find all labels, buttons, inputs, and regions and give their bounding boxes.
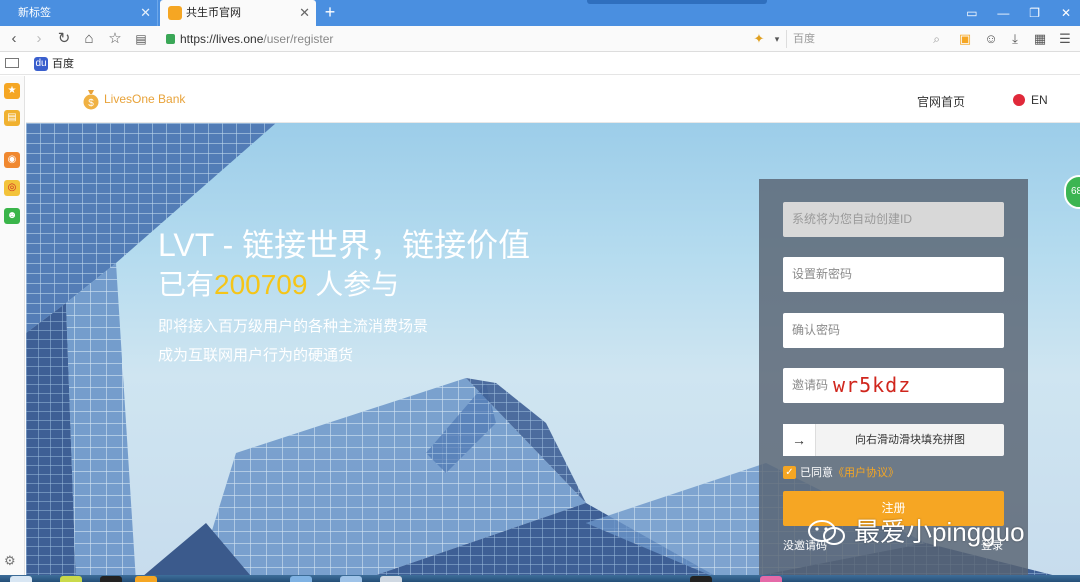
taskbar-app-icon[interactable] <box>690 576 712 582</box>
paw-icon: du <box>34 57 48 71</box>
weibo-icon[interactable]: ◎ <box>4 180 20 196</box>
hero-headline: LVT - 链接世界，链接价值 <box>158 227 531 263</box>
lock-icon <box>166 34 175 44</box>
user-icon[interactable]: ☺ <box>982 30 1000 48</box>
extension-icon[interactable]: ✦ <box>750 30 768 48</box>
url-path: /user/register <box>263 32 334 46</box>
participants-suffix: 人参与 <box>307 269 400 300</box>
address-toolbar: ‹ › ↻ ⌂ ☆ ▤ https://lives.one/user/regis… <box>0 26 1080 52</box>
bookmark-baidu[interactable]: du 百度 <box>34 56 74 72</box>
taskbar-app-icon[interactable] <box>290 576 312 582</box>
watermark-text: 最爱小pingguo <box>854 517 1025 547</box>
taskbar-app-icon[interactable] <box>380 576 402 582</box>
language-label: EN <box>1031 93 1048 107</box>
forward-icon[interactable]: › <box>30 29 48 49</box>
chevron-down-icon[interactable]: ▾ <box>768 30 786 48</box>
taskbar-app-icon[interactable] <box>340 576 362 582</box>
logo-text[interactable]: LivesOne Bank <box>104 92 185 106</box>
agreement-checkbox[interactable]: ✓ <box>783 466 796 479</box>
search-input[interactable]: 百度 ⌕ <box>786 30 944 48</box>
search-icon[interactable]: ⌕ <box>933 30 940 48</box>
invite-code-label: 邀请码 <box>792 378 829 392</box>
star-icon[interactable]: ☆ <box>106 29 124 49</box>
sidebar-toggle-icon[interactable]: ▭ <box>958 0 986 26</box>
wallet-icon[interactable]: ▣ <box>956 30 974 48</box>
search-placeholder: 百度 <box>793 33 815 45</box>
tab-bar-notch <box>587 0 767 4</box>
language-switch[interactable]: EN <box>1013 93 1048 107</box>
invite-code-value: wr5kdz <box>833 373 912 397</box>
back-icon[interactable]: ‹ <box>5 29 23 49</box>
window-controls: ▭ — ❐ ✕ <box>958 0 1080 26</box>
rss-icon[interactable]: ◉ <box>4 152 20 168</box>
url-input[interactable]: https://lives.one/user/register <box>162 29 742 49</box>
bookmarks-toggle-icon[interactable] <box>5 58 19 68</box>
minimize-icon[interactable]: — <box>989 0 1017 26</box>
close-window-icon[interactable]: ✕ <box>1052 0 1080 26</box>
participants-count: 200709 <box>214 269 308 300</box>
tab-label: 共生币官网 <box>186 7 241 19</box>
notes-icon[interactable]: ▤ <box>4 110 20 126</box>
user-agreement-link[interactable]: 《用户协议》 <box>833 467 899 479</box>
bookmarks-bar: du 百度 <box>0 53 1080 75</box>
favorites-icon[interactable]: ★ <box>4 83 20 99</box>
taskbar-app-icon[interactable] <box>100 576 122 582</box>
invite-code-field[interactable]: 邀请码 wr5kdz <box>783 368 1004 403</box>
taskbar-app-icon[interactable] <box>135 576 157 582</box>
reload-icon[interactable]: ↻ <box>55 29 73 49</box>
taskbar-app-icon[interactable] <box>760 576 782 582</box>
svg-text:$: $ <box>88 98 94 109</box>
home-icon[interactable]: ⌂ <box>80 29 98 49</box>
captcha-slider[interactable]: → 向右滑动滑块填充拼图 <box>783 424 1004 456</box>
hero-subtitle-1: 即将接入百万级用户的各种主流消费场景 <box>158 318 429 335</box>
reader-icon[interactable]: ▤ <box>132 29 150 49</box>
hero-participants: 已有200709 人参与 <box>158 263 399 303</box>
url-host: https://lives.one <box>180 32 264 46</box>
coin-bag-icon: $ <box>83 90 99 110</box>
nav-link-home[interactable]: 官网首页 <box>917 93 965 110</box>
slider-handle-arrow-icon[interactable]: → <box>783 424 816 456</box>
close-tab-icon[interactable]: ✕ <box>299 0 310 26</box>
taskbar-app-icon[interactable] <box>60 576 82 582</box>
tab-livesone[interactable]: 共生币官网 ✕ <box>160 0 316 26</box>
chat-icon[interactable]: ☻ <box>4 208 20 224</box>
wechat-watermark: 最爱小pingguo <box>808 514 1025 550</box>
hero-subtitle-2: 成为互联网用户行为的硬通货 <box>158 347 354 364</box>
site-favicon-icon <box>168 6 182 20</box>
start-icon[interactable] <box>10 576 32 582</box>
password-field[interactable]: 设置新密码 <box>783 257 1004 292</box>
browser-sidebar: ★ ▤ ◉ ◎ ☻ <box>0 76 25 582</box>
bookmark-label: 百度 <box>52 58 74 70</box>
confirm-password-field[interactable]: 确认密码 <box>783 313 1004 348</box>
new-tab-button[interactable]: + <box>320 0 340 26</box>
participants-prefix: 已有 <box>158 269 215 300</box>
browser-tab-bar: 新标签 ✕ 共生币官网 ✕ + ▭ — ❐ ✕ <box>0 0 1080 26</box>
agreement-row[interactable]: ✓ 已同意《用户协议》 <box>783 466 899 480</box>
site-header: $ LivesOne Bank 官网首页 EN <box>26 76 1080 123</box>
os-taskbar <box>0 575 1080 582</box>
slider-label: 向右滑动滑块填充拼图 <box>855 434 965 446</box>
apps-icon[interactable]: ▦ <box>1031 30 1049 48</box>
tab-new-tab[interactable]: 新标签 ✕ <box>0 0 158 26</box>
user-id-field[interactable]: 系统将为您自动创建ID <box>783 202 1004 237</box>
restore-icon[interactable]: ❐ <box>1021 0 1049 26</box>
tab-label: 新标签 <box>18 7 51 19</box>
settings-icon[interactable]: ⚙ <box>4 553 16 569</box>
menu-icon[interactable]: ☰ <box>1056 30 1074 48</box>
close-tab-icon[interactable]: ✕ <box>140 0 151 26</box>
agreement-prefix: 已同意 <box>800 467 833 479</box>
flag-icon <box>1013 94 1025 106</box>
download-icon[interactable]: ⤓ <box>1006 30 1024 48</box>
wechat-icon <box>808 520 845 545</box>
